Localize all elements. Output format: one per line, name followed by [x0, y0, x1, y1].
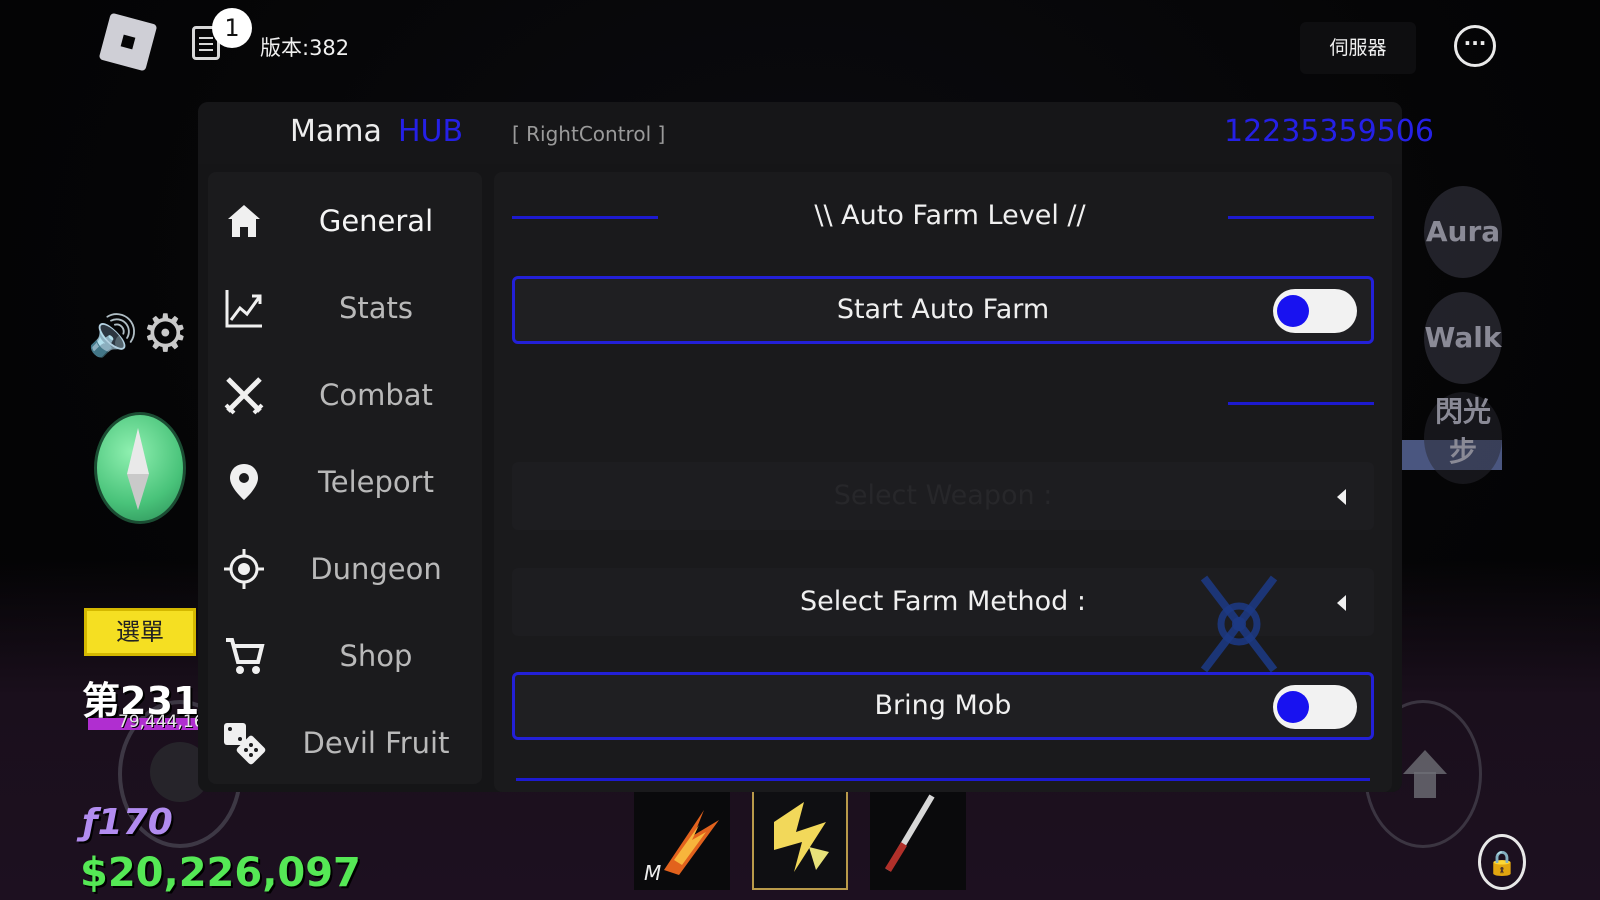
section-divider-left — [512, 216, 658, 219]
switch-knob — [1277, 691, 1309, 723]
home-icon — [228, 205, 260, 237]
chart-line-icon — [225, 290, 262, 328]
dice-icon — [224, 723, 266, 765]
caret-left-icon — [1337, 489, 1346, 505]
server-button[interactable]: 伺服器 — [1300, 22, 1416, 74]
speaker-icon[interactable]: 🔊 — [88, 312, 138, 359]
lock-icon[interactable]: 🔒 — [1478, 834, 1526, 890]
select-weapon-label: Select Weapon : — [833, 480, 1053, 511]
roblox-logo-button[interactable] — [98, 12, 158, 72]
walk-button[interactable]: Walk — [1424, 292, 1502, 384]
more-options-button[interactable]: ··· — [1454, 25, 1496, 67]
sidebar-item-label: General — [318, 204, 434, 238]
toggle-keybind: [ RightControl ] — [512, 122, 666, 146]
sidebar-item-teleport[interactable]: Teleport — [218, 442, 478, 522]
sidebar-item-dungeon[interactable]: Dungeon — [218, 529, 478, 609]
hotbar-slot-light-fruit[interactable] — [752, 790, 848, 890]
section-divider-right-2 — [1228, 402, 1374, 405]
crossed-swords-icon — [224, 377, 264, 415]
section-title: \\ Auto Farm Level // — [814, 200, 1086, 231]
section-divider-right — [1228, 216, 1374, 219]
sword-icon — [885, 794, 935, 872]
sidebar-item-label: Dungeon — [310, 552, 442, 586]
compass-needle-tail-icon — [127, 474, 149, 510]
bring-mob-switch[interactable] — [1273, 685, 1357, 729]
up-arrow-stem — [1414, 772, 1436, 798]
money-counter: $20,226,097 — [80, 850, 361, 896]
hub-title-accent: HUB — [398, 114, 464, 149]
start-auto-farm-label: Start Auto Farm — [836, 294, 1050, 325]
hub-title: Mama — [290, 114, 382, 149]
aura-button[interactable]: Aura — [1424, 186, 1502, 278]
switch-knob — [1277, 295, 1309, 327]
crossed-blades-emblem-icon — [1200, 575, 1278, 673]
fragments-counter: ƒ170 — [82, 802, 173, 843]
select-weapon-dropdown[interactable]: Select Weapon : — [512, 462, 1374, 530]
map-pin-icon — [230, 464, 258, 500]
notification-badge: 1 — [212, 8, 252, 48]
hotbar-slot-sword[interactable] — [870, 790, 966, 890]
version-label: 版本:382 — [260, 36, 350, 60]
start-auto-farm-toggle-row[interactable]: Start Auto Farm — [512, 276, 1374, 344]
start-auto-farm-switch[interactable] — [1273, 289, 1357, 333]
fire-fruit-icon: M — [644, 810, 719, 885]
sidebar-item-stats[interactable]: Stats — [218, 268, 478, 348]
sidebar-item-label: Stats — [338, 291, 414, 325]
caret-left-icon — [1337, 595, 1346, 611]
menu-button[interactable]: 選單 — [84, 608, 196, 656]
shopping-cart-icon — [226, 638, 265, 674]
gear-icon[interactable]: ⚙ — [142, 308, 189, 360]
sidebar-item-label: Teleport — [318, 465, 434, 499]
light-fruit-icon — [774, 802, 829, 872]
sidebar-item-label: Combat — [319, 378, 433, 412]
sidebar-item-devil-fruit[interactable]: Devil Fruit — [218, 703, 478, 783]
sidebar-item-combat[interactable]: Combat — [218, 355, 478, 435]
sidebar-item-shop[interactable]: Shop — [218, 616, 478, 696]
compass-needle-icon — [127, 428, 149, 474]
svg-text:M: M — [644, 861, 661, 885]
user-id: 12235359506 — [1224, 114, 1434, 149]
sidebar-item-general[interactable]: General — [218, 181, 478, 261]
crosshair-icon — [224, 549, 264, 589]
sidebar-item-label: Shop — [339, 639, 413, 673]
bring-mob-label: Bring Mob — [874, 690, 1012, 721]
section-divider-bottom — [516, 778, 1370, 781]
bring-mob-toggle-row[interactable]: Bring Mob — [512, 672, 1374, 740]
xp-text: 79,444,16 — [118, 712, 205, 732]
sidebar-item-label: Devil Fruit — [302, 726, 450, 760]
hotbar-slot-fire-fruit[interactable]: M — [634, 790, 730, 890]
up-arrow-icon — [1403, 750, 1447, 774]
flash-step-button[interactable]: 閃光步 — [1424, 392, 1502, 484]
